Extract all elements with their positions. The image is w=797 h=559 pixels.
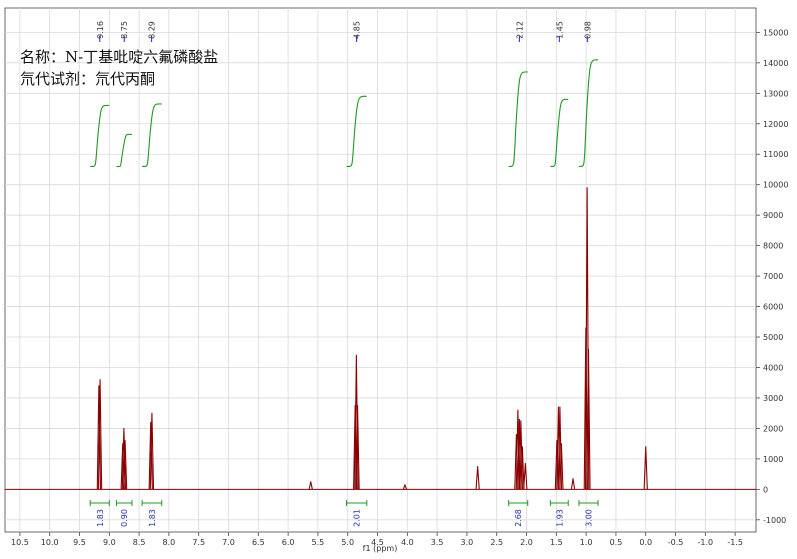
x-tick-label: -1.5 xyxy=(727,538,743,547)
x-tick-label: 9.5 xyxy=(73,538,86,547)
x-tick-label: 6.5 xyxy=(252,538,265,547)
x-tick-label: 10.5 xyxy=(11,538,29,547)
y-tick-label: 10000 xyxy=(763,181,788,190)
x-tick-label: 2.5 xyxy=(490,538,503,547)
x-tick-label: 1.5 xyxy=(550,538,563,547)
y-tick-label: 4000 xyxy=(763,363,783,372)
y-tick-label: 3000 xyxy=(763,394,783,403)
x-tick-label: 7.5 xyxy=(192,538,205,547)
x-tick-label: -1.0 xyxy=(698,538,714,547)
integral-value-label: 0.90 xyxy=(120,509,129,527)
y-tick-label: 8000 xyxy=(763,242,783,251)
x-tick-label: 2.0 xyxy=(520,538,533,547)
x-tick-label: 9.0 xyxy=(103,538,116,547)
x-tick-label: 10.0 xyxy=(41,538,59,547)
x-tick-label: 4.0 xyxy=(401,538,414,547)
integral-value-label: 1.83 xyxy=(96,509,105,527)
solvent-text: 氘代试剂：氘代丙酮 xyxy=(20,70,155,88)
compound-name-text: 名称：N-丁基吡啶六氟磷酸盐 xyxy=(20,48,218,66)
x-tick-label: 1.0 xyxy=(580,538,593,547)
y-tick-label: 1000 xyxy=(763,455,783,464)
x-tick-label: 8.5 xyxy=(133,538,146,547)
y-tick-label: 14000 xyxy=(763,59,788,68)
x-tick-label: 0.0 xyxy=(639,538,652,547)
x-tick-label: 5.5 xyxy=(312,538,325,547)
x-tick-label: 8.0 xyxy=(163,538,176,547)
y-tick-label: 6000 xyxy=(763,303,783,312)
x-tick-label: 3.5 xyxy=(431,538,444,547)
integral-value-label: 2.01 xyxy=(353,509,362,527)
y-tick-label: 13000 xyxy=(763,89,788,98)
y-tick-label: 0 xyxy=(763,485,768,494)
y-tick-label: 9000 xyxy=(763,211,783,220)
nmr-spectrum-figure: 10.5 10.0 9.5 9.0 8.5 8.0 7.5 7.0 6.5 6.0 5.5 5.0 4.… xyxy=(0,0,797,559)
y-tick-label: 11000 xyxy=(763,150,788,159)
y-tick-label: 15000 xyxy=(763,28,788,37)
integral-value-label: 3.00 xyxy=(585,509,594,527)
integral-value-label: 2.68 xyxy=(514,509,523,527)
x-tick-label: -0.5 xyxy=(668,538,684,547)
y-tick-label: -1000 xyxy=(763,516,786,525)
x-tick-label: 5.0 xyxy=(341,538,354,547)
x-tick-label: 6.0 xyxy=(282,538,295,547)
peak-shift-label: 8.75 xyxy=(120,21,129,39)
y-tick-label: 2000 xyxy=(763,424,783,433)
x-tick-label: 7.0 xyxy=(222,538,235,547)
y-tick-label: 5000 xyxy=(763,333,783,342)
x-tick-label: 3.0 xyxy=(461,538,474,547)
integral-value-label: 1.83 xyxy=(148,509,157,527)
y-tick-label: 12000 xyxy=(763,120,788,129)
integral-value-label: 1.93 xyxy=(555,509,564,527)
y-tick-label: 7000 xyxy=(763,272,783,281)
x-tick-label: 0.5 xyxy=(610,538,623,547)
x-axis-label: f1 (ppm) xyxy=(363,544,398,553)
